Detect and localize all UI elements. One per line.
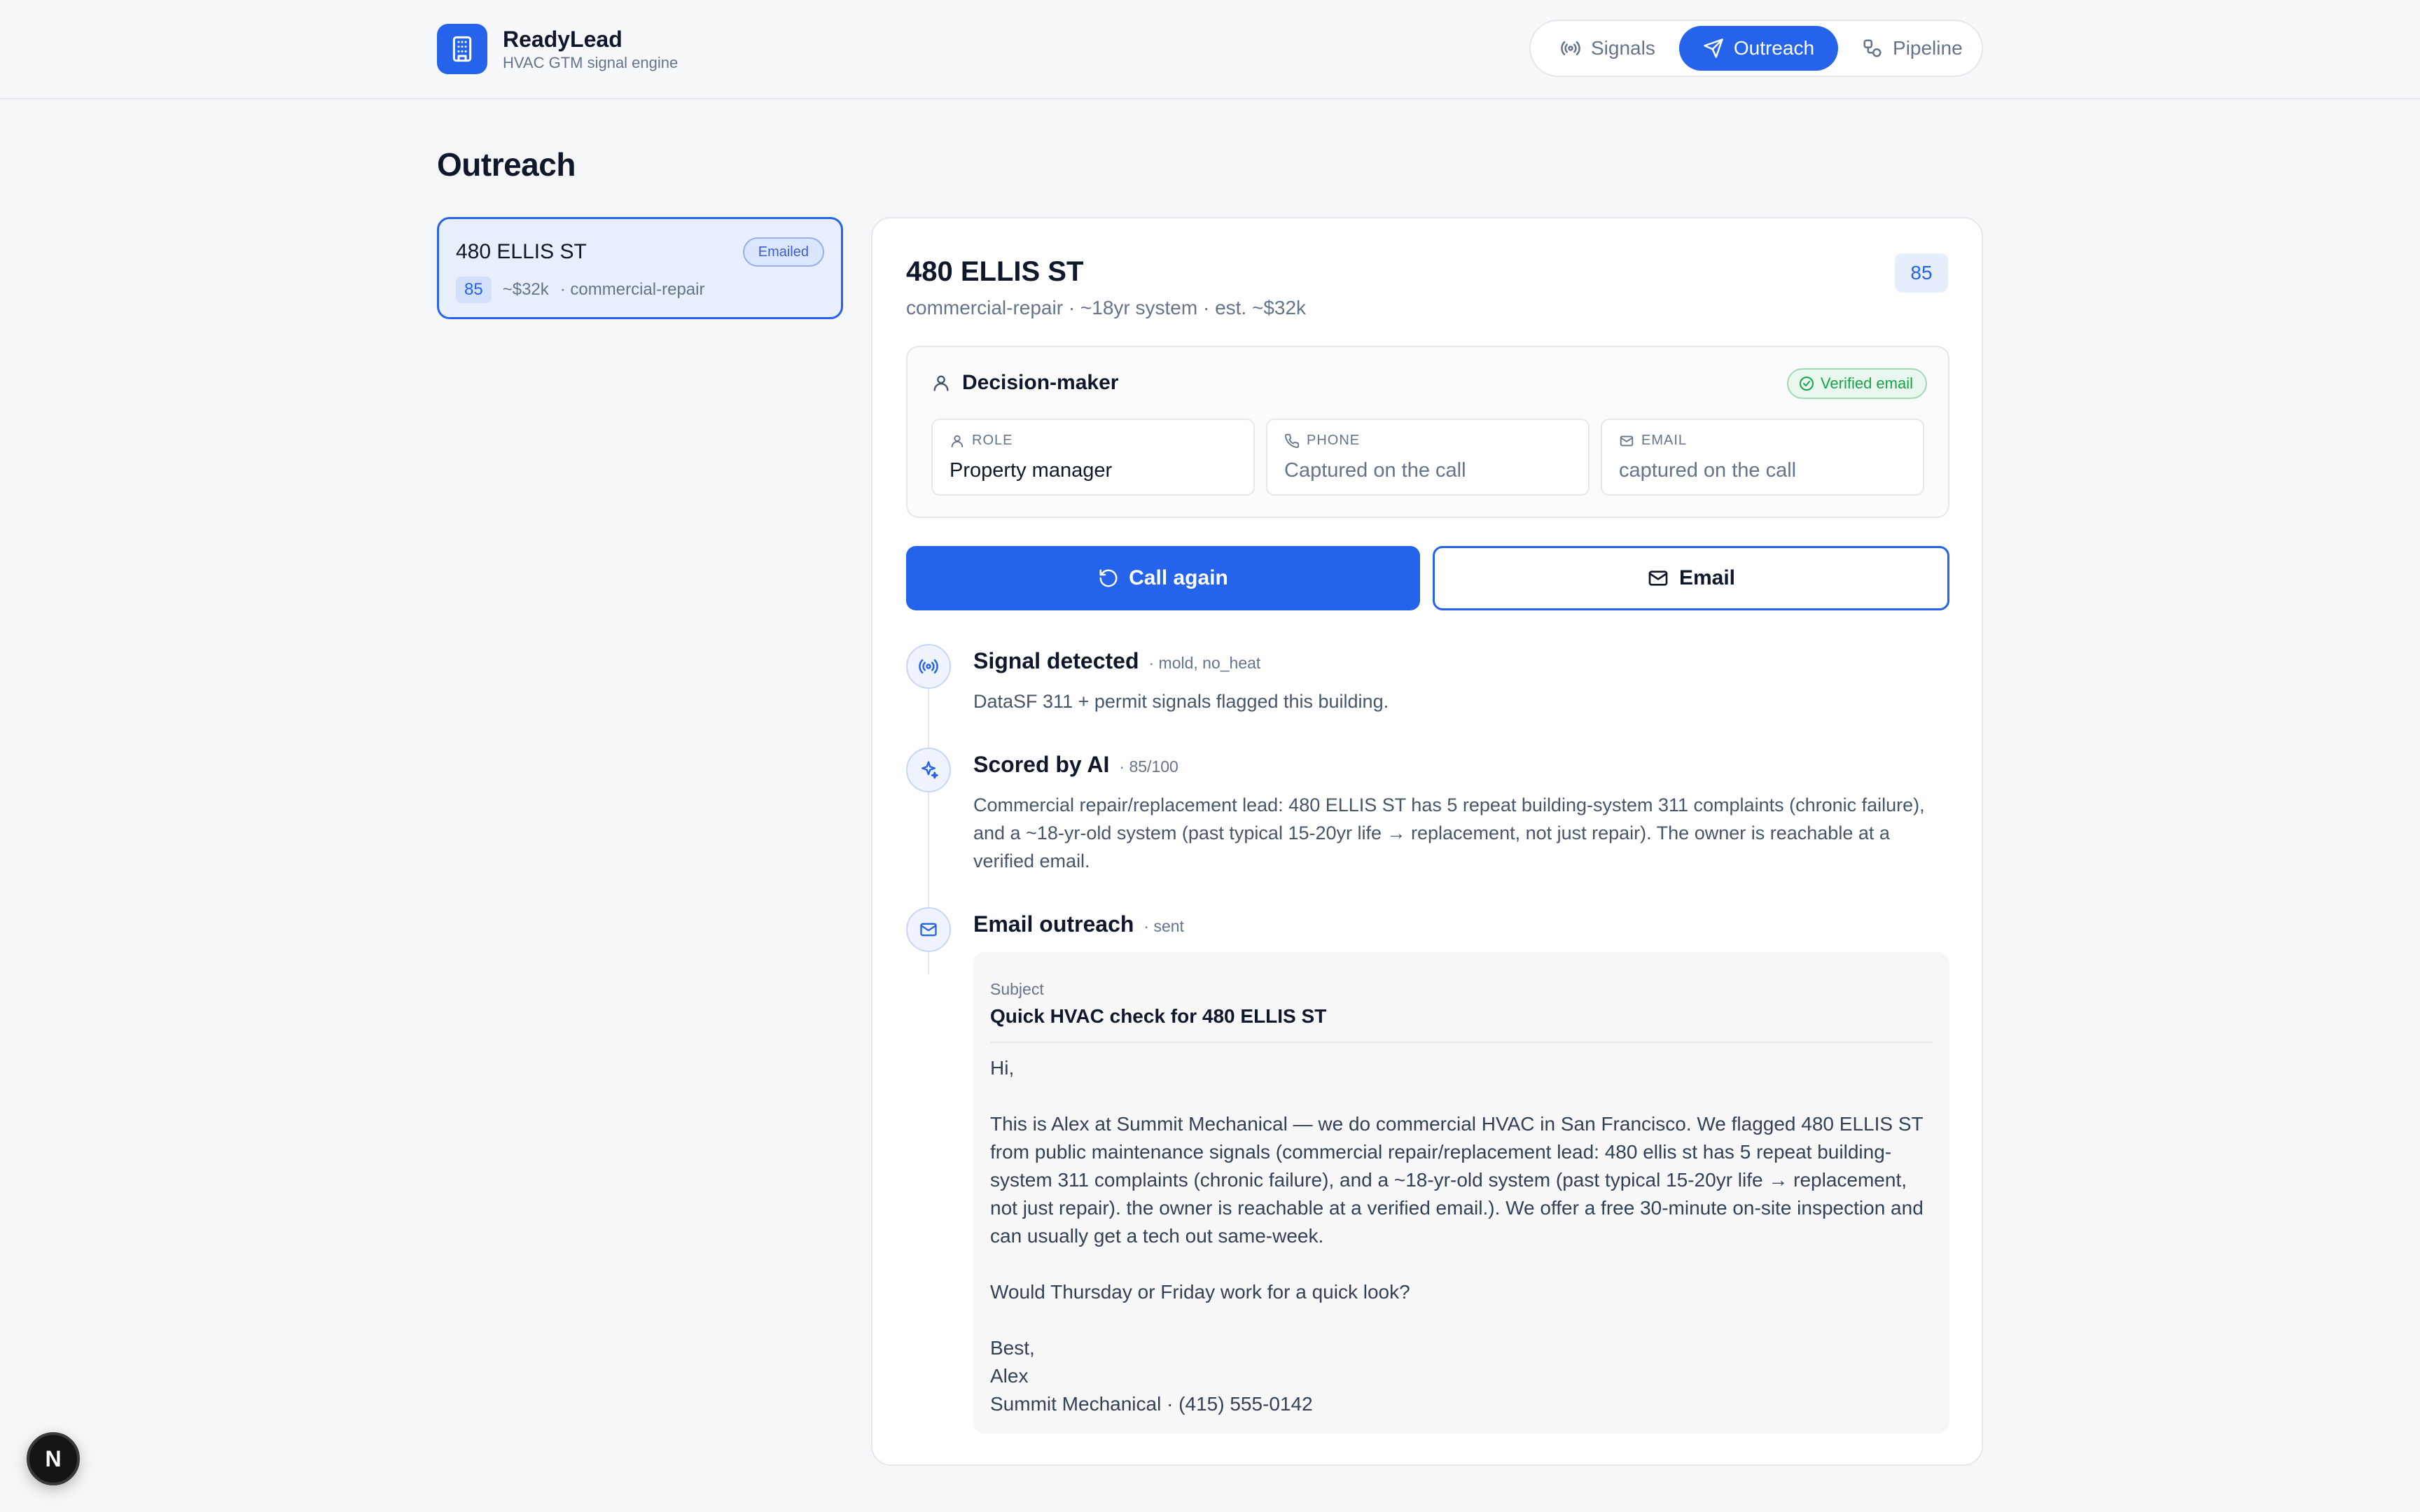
status-badge: Emailed <box>742 237 824 267</box>
score-badge: 85 <box>1895 253 1948 293</box>
refresh-icon <box>1098 568 1129 589</box>
email-preview: Subject Quick HVAC check for 480 ELLIS S… <box>973 952 1949 1434</box>
timeline-tag: · mold, no_heat <box>1148 654 1261 672</box>
nav-pipeline[interactable]: Pipeline <box>1838 26 1987 71</box>
lead-detail-panel: 480 ELLIS ST commercial-repair · ~18yr s… <box>871 217 1983 1466</box>
email-signature: Summit Mechanical · (415) 555-0142 <box>990 1393 1313 1415</box>
mail-icon <box>906 907 951 952</box>
phone-value: Captured on the call <box>1284 459 1466 482</box>
role-value: Property manager <box>950 459 1113 482</box>
timeline-item-scored: Scored by AI · 85/100 <box>973 752 1178 778</box>
lead-value: ~$32k <box>502 280 549 299</box>
phone-label: PHONE <box>1307 433 1361 448</box>
timeline-tag: · sent <box>1143 917 1184 935</box>
user-icon <box>950 433 972 449</box>
email-body: Hi, This is Alex at Summit Mechanical — … <box>990 1054 1935 1418</box>
mail-icon <box>1647 567 1679 589</box>
email-divider <box>990 1042 1933 1043</box>
lead-score: 85 <box>456 276 492 303</box>
timeline-body: DataSF 311 + permit signals flagged this… <box>973 691 1389 712</box>
nav-outreach-label: Outreach <box>1733 37 1815 59</box>
email-subject: Quick HVAC check for 480 ELLIS ST <box>990 1005 1327 1027</box>
email-question: Would Thursday or Friday work for a quic… <box>990 1281 1410 1303</box>
check-circle-icon <box>1798 375 1821 392</box>
send-icon <box>1703 38 1734 59</box>
timeline-title: Scored by AI <box>973 752 1110 777</box>
nextjs-devtools-button[interactable]: N <box>27 1432 80 1485</box>
brand-name: ReadyLead <box>503 27 623 52</box>
verified-label: Verified email <box>1820 374 1913 392</box>
user-icon <box>931 373 951 393</box>
timeline-item-email: Email outreach · sent <box>973 911 1184 937</box>
lead-list-item[interactable]: 480 ELLIS ST Emailed 85 ~$32k · commerci… <box>437 217 843 319</box>
broadcast-icon <box>906 644 951 689</box>
lead-name: 480 ELLIS ST <box>456 240 587 263</box>
phone-icon <box>1284 433 1307 449</box>
timeline-item-signal: Signal detected · mold, no_heat <box>973 648 1260 674</box>
detail-subtitle: commercial-repair · ~18yr system · est. … <box>906 297 1307 318</box>
phone-field: PHONE Captured on the call <box>1266 419 1590 496</box>
broadcast-icon <box>1560 38 1591 59</box>
call-again-button[interactable]: Call again <box>906 546 1420 610</box>
top-bar: ReadyLead HVAC GTM signal engine Signals… <box>0 0 2420 99</box>
role-label: ROLE <box>972 433 1013 448</box>
email-button[interactable]: Email <box>1433 546 1949 610</box>
decision-maker-card: Decision-maker Verified email ROLE Prope… <box>906 346 1949 518</box>
call-again-label: Call again <box>1129 566 1228 589</box>
pipeline-icon <box>1862 38 1893 59</box>
page-title: Outreach <box>437 146 576 183</box>
email-button-label: Email <box>1678 566 1736 589</box>
email-field: EMAIL captured on the call <box>1601 419 1924 496</box>
email-subject-label: Subject <box>990 980 1044 998</box>
timeline-tag: · 85/100 <box>1119 757 1178 776</box>
email-paragraph: This is Alex at Summit Mechanical — we d… <box>990 1113 1924 1247</box>
email-signoff: Best, <box>990 1337 1035 1359</box>
email-label: EMAIL <box>1641 433 1688 448</box>
building-icon <box>437 24 487 74</box>
detail-title: 480 ELLIS ST <box>906 256 1084 287</box>
brand-tagline: HVAC GTM signal engine <box>503 54 679 71</box>
email-value: captured on the call <box>1619 459 1797 482</box>
timeline-title: Signal detected <box>973 648 1139 673</box>
email-greeting: Hi, <box>990 1057 1015 1079</box>
decision-maker-title: Decision-maker <box>962 371 1119 394</box>
lead-category: · commercial-repair <box>559 280 705 299</box>
email-signer: Alex <box>990 1365 1029 1387</box>
brand[interactable]: ReadyLead HVAC GTM signal engine <box>437 24 678 74</box>
timeline-body: Commercial repair/replacement lead: 480 … <box>973 794 1925 872</box>
nav-signals-label: Signals <box>1591 37 1655 59</box>
nextjs-logo-icon: N <box>45 1446 62 1471</box>
nav-signals[interactable]: Signals <box>1536 26 1679 71</box>
verified-email-badge: Verified email <box>1786 368 1927 399</box>
timeline-title: Email outreach <box>973 911 1134 937</box>
sparkle-icon <box>906 748 951 792</box>
main-nav: Signals Outreach Pipeline <box>1529 20 1983 77</box>
nav-outreach[interactable]: Outreach <box>1678 26 1839 71</box>
nav-pipeline-label: Pipeline <box>1893 37 1963 59</box>
mail-icon <box>1619 433 1641 449</box>
role-field: ROLE Property manager <box>931 419 1255 496</box>
